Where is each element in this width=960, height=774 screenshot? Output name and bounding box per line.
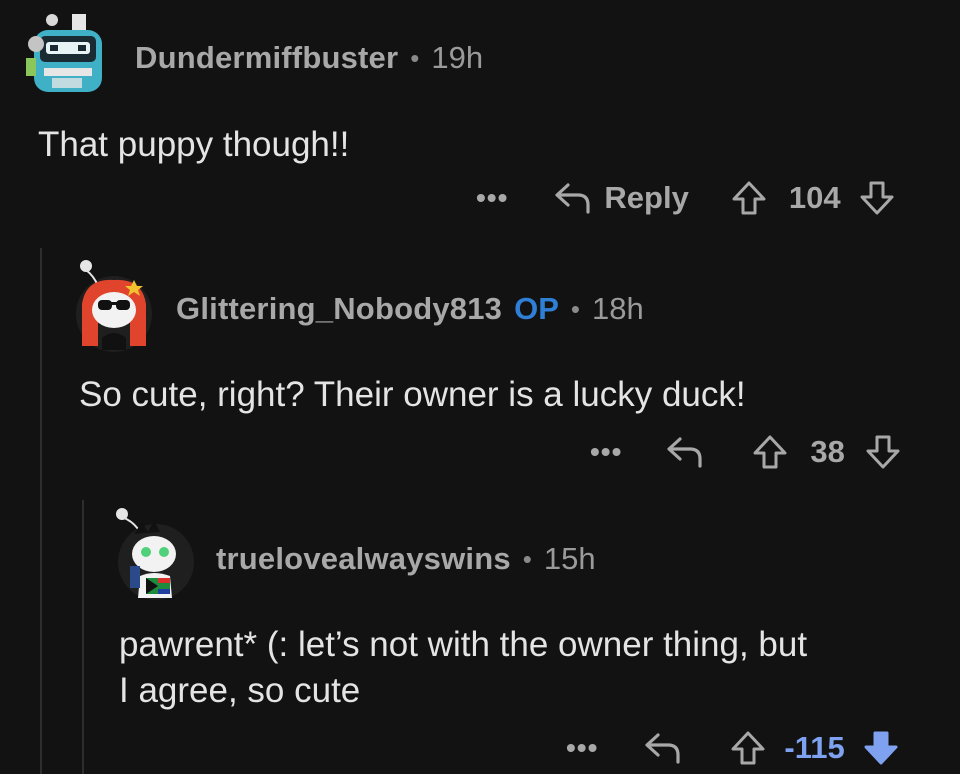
downvote-button[interactable]	[859, 180, 895, 216]
upvote-button[interactable]	[731, 180, 767, 216]
timestamp: 18h	[592, 291, 644, 326]
downvote-button[interactable]	[865, 434, 901, 470]
robot-avatar-icon	[26, 14, 102, 92]
comment-actions: ••• -115	[566, 730, 899, 766]
separator: •	[410, 42, 420, 73]
comment-actions: ••• 38	[590, 434, 901, 470]
downvote-arrow-icon	[866, 435, 900, 469]
avatar[interactable]	[22, 8, 112, 98]
reply-button[interactable]	[644, 731, 682, 765]
more-options-button[interactable]: •••	[566, 732, 598, 764]
avatar[interactable]	[72, 258, 156, 354]
downvote-arrow-icon	[860, 181, 894, 215]
vote-score: 38	[810, 434, 845, 469]
vote-score: 104	[788, 180, 841, 215]
downvote-arrow-filled-icon	[864, 731, 898, 765]
snoo-avatar-icon	[76, 260, 152, 352]
username[interactable]: Glittering_Nobody813	[176, 291, 502, 327]
comment-text: pawrent* (: let’s not with the owner thi…	[119, 622, 807, 714]
upvote-arrow-icon	[731, 731, 765, 765]
upvote-button[interactable]	[730, 730, 766, 766]
op-badge: OP	[514, 291, 559, 326]
reply-label: Reply	[604, 180, 689, 215]
comment-meta: truelovealwayswins • 15h	[216, 541, 596, 577]
avatar[interactable]	[112, 506, 196, 602]
comment-meta: Glittering_Nobody813 OP • 18h	[176, 291, 644, 327]
reply-button[interactable]: Reply	[554, 180, 689, 216]
more-options-button[interactable]: •••	[590, 436, 622, 468]
reply-icon	[645, 733, 681, 764]
more-options-button[interactable]: •••	[476, 182, 508, 214]
upvote-button[interactable]	[752, 434, 788, 470]
username[interactable]: Dundermiffbuster	[135, 40, 398, 76]
timestamp: 19h	[431, 40, 484, 75]
comment-text-line: pawrent* (: let’s not with the owner thi…	[119, 625, 808, 664]
timestamp: 15h	[543, 541, 596, 576]
comment-meta: Dundermiffbuster • 19h	[135, 40, 483, 76]
username[interactable]: truelovealwayswins	[216, 541, 511, 577]
thread-line[interactable]	[82, 500, 84, 774]
separator: •	[570, 293, 581, 324]
reply-button[interactable]	[666, 435, 704, 469]
comment-text-line: I agree, so cute	[119, 671, 361, 710]
thread-line[interactable]	[40, 248, 42, 774]
upvote-arrow-icon	[732, 181, 766, 215]
vote-score: -115	[784, 730, 845, 765]
comment-text: That puppy though!!	[38, 125, 350, 164]
comment-text: So cute, right? Their owner is a lucky d…	[79, 375, 746, 414]
reply-icon	[555, 183, 591, 214]
downvote-button[interactable]	[863, 730, 899, 766]
separator: •	[522, 543, 532, 574]
upvote-arrow-icon	[753, 435, 787, 469]
snoo-avatar-icon	[116, 508, 194, 600]
comment-actions: ••• Reply 104	[476, 180, 895, 216]
reply-icon	[667, 437, 703, 468]
